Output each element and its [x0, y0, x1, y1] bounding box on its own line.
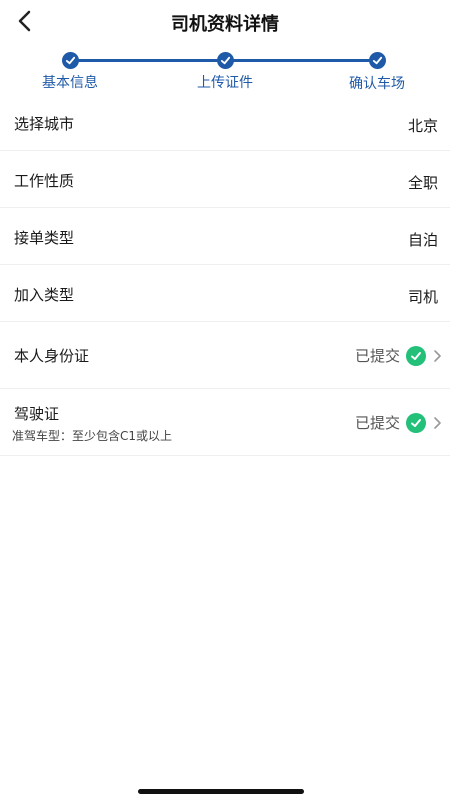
row-label: 本人身份证 — [14, 347, 90, 365]
step-check-icon — [216, 52, 234, 69]
row-work-type[interactable]: 工作性质 全职 — [0, 151, 450, 208]
row-value: 全职 — [407, 174, 438, 192]
row-join-type[interactable]: 加入类型 司机 — [0, 265, 450, 322]
step-check-icon — [368, 52, 386, 69]
chevron-right-icon — [434, 416, 441, 429]
header: 司机资料详情 — [0, 0, 450, 44]
status-text: 已提交 — [354, 414, 400, 432]
driver-profile-screen: 司机资料详情 基本信息 上传证件 确认车场 选择城市 北京 工作性质 全职 接单… — [0, 0, 450, 800]
row-label: 加入类型 — [14, 286, 75, 304]
license-status[interactable]: 已提交 — [355, 389, 442, 456]
row-label: 驾驶证 — [14, 405, 60, 423]
row-driver-license[interactable]: 驾驶证 准驾车型：至少包含C1或以上 已提交 — [0, 389, 450, 456]
info-list: 选择城市 北京 工作性质 全职 接单类型 自泊 加入类型 司机 本人身份证 已提… — [0, 94, 450, 456]
id-card-status[interactable]: 已提交 — [355, 322, 442, 389]
row-city[interactable]: 选择城市 北京 — [0, 94, 450, 151]
step-upload-docs: 上传证件 — [165, 52, 285, 92]
step-label: 确认车场 — [349, 76, 405, 92]
check-circle-icon — [406, 345, 426, 366]
home-indicator[interactable] — [138, 789, 304, 794]
step-label: 上传证件 — [197, 75, 253, 91]
row-value: 北京 — [407, 117, 438, 135]
chevron-right-icon — [434, 349, 441, 362]
step-label: 基本信息 — [42, 75, 98, 91]
row-value: 自泊 — [407, 231, 438, 249]
row-subtitle: 准驾车型：至少包含C1或以上 — [12, 429, 173, 443]
row-label: 接单类型 — [14, 229, 75, 247]
row-value: 司机 — [407, 288, 438, 306]
step-basic-info: 基本信息 — [10, 52, 130, 92]
row-label: 工作性质 — [14, 172, 75, 190]
row-label: 选择城市 — [14, 115, 75, 133]
check-circle-icon — [406, 412, 426, 433]
status-text: 已提交 — [354, 347, 400, 365]
page-title: 司机资料详情 — [171, 14, 279, 35]
step-confirm-lot: 确认车场 — [317, 52, 437, 93]
step-check-icon — [61, 52, 79, 69]
row-order-type[interactable]: 接单类型 自泊 — [0, 208, 450, 265]
progress-stepper: 基本信息 上传证件 确认车场 — [0, 52, 450, 96]
row-id-card[interactable]: 本人身份证 已提交 — [0, 322, 450, 389]
